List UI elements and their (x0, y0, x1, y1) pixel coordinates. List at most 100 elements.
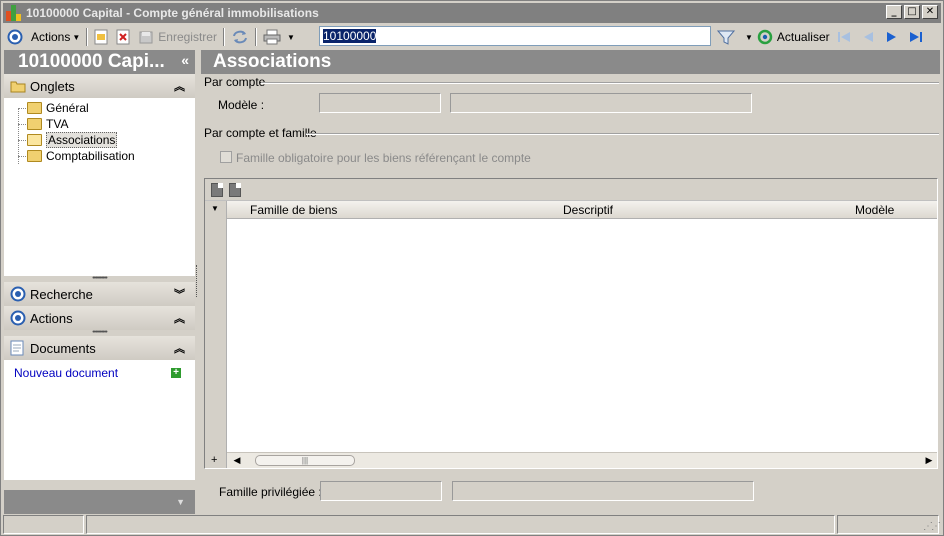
previous-record-button[interactable] (856, 26, 880, 48)
group-par-compte-famille-label: Par compte et famille (204, 126, 317, 140)
column-header-famille[interactable]: Famille de biens (250, 203, 337, 217)
section-actions[interactable]: Actions ︽ (4, 306, 195, 330)
column-header-descriptif[interactable]: Descriptif (563, 203, 613, 217)
actions-menu-button[interactable]: Actions ▼ (27, 26, 84, 48)
scroll-left-icon[interactable]: ◀ (231, 454, 243, 467)
toolbar-separator (222, 28, 225, 46)
panel-splitter[interactable] (196, 265, 199, 297)
scroll-thumb[interactable]: ||| (255, 455, 355, 466)
expand-plus-icon[interactable]: + (211, 454, 217, 466)
grid-delete-row-icon[interactable] (229, 182, 241, 197)
row-indicator-icon[interactable]: ▼ (211, 204, 219, 213)
tree-item-general[interactable]: Général (4, 100, 195, 116)
delete-button[interactable] (112, 26, 134, 48)
minimize-button[interactable]: _ (886, 5, 902, 19)
menu-button[interactable] (3, 26, 27, 48)
folder-icon (10, 81, 26, 93)
save-button[interactable]: Enregistrer (134, 26, 221, 48)
collapse-panel-icon[interactable]: « (181, 52, 189, 68)
refresh-label: Actualiser (776, 30, 830, 44)
section-onglets-label: Onglets (30, 78, 75, 94)
add-document-icon[interactable]: + (171, 368, 181, 378)
modele-code-field[interactable] (319, 93, 441, 113)
actions-menu-label: Actions (31, 30, 71, 44)
print-button[interactable]: ▼ (259, 26, 299, 48)
tabs-tree: Général TVA Associations Comptabilisatio… (4, 98, 195, 276)
tree-item-label: Général (46, 101, 89, 115)
toolbar-separator (86, 28, 89, 46)
horizontal-scrollbar[interactable]: ◀ ||| ▶ (227, 452, 937, 468)
modele-description-field[interactable] (450, 93, 752, 113)
tree-item-comptabilisation[interactable]: Comptabilisation (4, 148, 195, 164)
window-resize-grip[interactable]: ⋰⋰ (923, 521, 941, 532)
left-panel: 10100000 Capi... « Onglets ︽ Général TVA (4, 50, 195, 515)
new-button[interactable] (90, 26, 112, 48)
maximize-button[interactable]: □ (904, 5, 920, 19)
chevron-down-icon[interactable]: ▼ (176, 497, 185, 507)
section-documents-label: Documents (30, 340, 96, 356)
actions-circle-icon (10, 310, 26, 326)
main-toolbar: Actions ▼ Enregistrer ▼ 10100000 ▼ Actua… (3, 25, 941, 49)
new-document-link[interactable]: Nouveau document (14, 366, 118, 380)
group-par-compte-label: Par compte (204, 75, 266, 89)
dropdown-arrow-icon: ▼ (72, 32, 81, 42)
tree-item-label: Associations (46, 132, 118, 148)
filter-icon (717, 30, 735, 45)
title-bar: 10100000 Capital - Compte général immobi… (3, 3, 941, 23)
status-bar: ⋰⋰ (3, 515, 941, 534)
documents-body: Nouveau document + (4, 360, 195, 480)
status-cell (3, 515, 84, 534)
save-label: Enregistrer (158, 30, 217, 44)
refresh-button[interactable]: Actualiser (755, 26, 832, 48)
page-title: Associations (201, 50, 940, 74)
last-record-icon (909, 32, 922, 42)
section-recherche[interactable]: Recherche ︾ (4, 282, 195, 306)
folder-icon (27, 102, 42, 114)
dropdown-arrow-icon: ▼ (286, 32, 295, 42)
record-title: 10100000 Capi... (18, 51, 165, 72)
main-panel: Associations Par compte Modèle : Par com… (201, 50, 940, 515)
expand-down-icon[interactable]: ︾ (174, 286, 185, 302)
sync-icon (232, 30, 247, 44)
sync-button[interactable] (227, 26, 253, 48)
scroll-right-icon[interactable]: ▶ (923, 454, 935, 467)
section-onglets[interactable]: Onglets ︽ (4, 74, 195, 98)
tree-connector (18, 124, 26, 125)
famille-privilegiee-code-field[interactable] (320, 481, 442, 501)
previous-record-icon (863, 32, 873, 42)
tree-connector (18, 140, 26, 141)
tree-item-tva[interactable]: TVA (4, 116, 195, 132)
filter-button[interactable]: ▼ (715, 26, 755, 48)
column-header-modele[interactable]: Modèle (855, 203, 894, 217)
famille-obligatoire-label: Famille obligatoire pour les biens référ… (236, 151, 531, 165)
close-button[interactable]: ✕ (922, 5, 938, 19)
famille-privilegiee-description-field[interactable] (452, 481, 754, 501)
group-divider (261, 82, 939, 84)
save-icon (139, 31, 153, 44)
delete-icon (116, 29, 130, 45)
next-record-button[interactable] (880, 26, 904, 48)
grid-header: Famille de biens Descriptif Modèle (205, 201, 937, 219)
grid-add-row-icon[interactable] (211, 182, 223, 197)
collapse-up-icon[interactable]: ︽ (174, 310, 185, 326)
account-search-input[interactable]: 10100000 (319, 26, 711, 46)
first-record-button[interactable] (832, 26, 856, 48)
new-document-icon (94, 29, 108, 45)
status-cell (86, 515, 835, 534)
grid-toolbar (205, 179, 937, 201)
dropdown-arrow-icon: ▼ (745, 32, 753, 42)
section-documents[interactable]: Documents ︽ (4, 336, 195, 360)
section-actions-label: Actions (30, 310, 73, 326)
tree-item-associations[interactable]: Associations (4, 132, 195, 148)
famille-obligatoire-checkbox[interactable] (220, 151, 232, 163)
window-title: 10100000 Capital - Compte général immobi… (26, 6, 319, 20)
printer-icon (263, 29, 281, 45)
modele-label: Modèle : (218, 98, 265, 112)
famille-privilegiee-label: Famille privilégiée : (219, 485, 322, 499)
tree-connector (18, 108, 26, 109)
toolbar-separator (254, 28, 257, 46)
collapse-up-icon[interactable]: ︽ (174, 340, 185, 356)
open-folder-icon (27, 134, 42, 146)
last-record-button[interactable] (904, 26, 928, 48)
collapse-up-icon[interactable]: ︽ (174, 78, 185, 94)
